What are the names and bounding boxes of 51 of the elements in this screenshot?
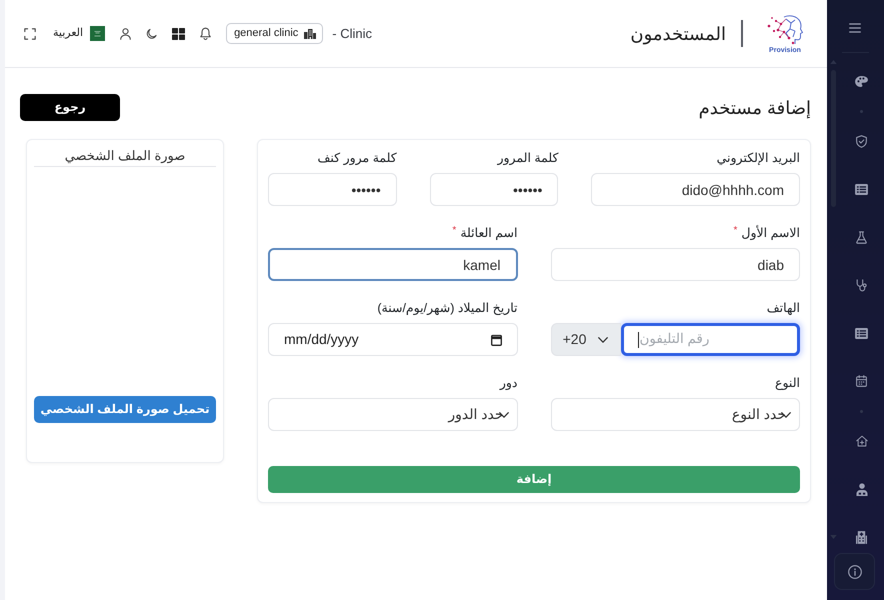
hospital-icon[interactable] [856,530,867,544]
list-icon[interactable] [855,184,868,194]
field-label: النوع [775,375,800,391]
calendar-icon[interactable] [490,334,502,346]
header-title: المستخدمون [630,22,726,46]
info-icon [848,564,862,578]
user-icon[interactable] [120,28,132,40]
person-icon[interactable] [856,482,868,496]
text-field[interactable]: kamel [268,248,518,281]
flask-icon[interactable] [856,230,867,244]
back-button[interactable]: رجوع [20,94,120,121]
fullscreen-icon[interactable] [24,28,36,40]
flag-icon [90,26,106,41]
network-head-logo-icon [767,14,803,45]
field-label: اسم العائلة [460,225,518,241]
text-field[interactable]: diab [550,248,800,281]
password-field[interactable]: •••••• [268,173,397,206]
house-plus-icon[interactable] [856,435,868,447]
palette-icon[interactable] [855,76,868,86]
country-code-select[interactable]: +20 [550,323,620,356]
info-button[interactable] [834,553,875,590]
field-label: البريد الإلكتروني [716,150,800,166]
upload-photo-button[interactable]: تحميل صورة الملف الشخصي [34,396,216,423]
field-label: تاريخ الميلاد (شهر/يوم/سنة) [377,300,518,316]
card-title: صورة الملف الشخصي [34,147,216,167]
buildings-icon [304,28,316,38]
stethoscope-icon[interactable] [856,278,867,292]
clinic-selector[interactable]: general clinic [226,23,324,44]
field-label: دور [500,375,518,391]
select-field[interactable]: حدد الدور [268,398,518,431]
grid-icon[interactable] [172,28,186,40]
shield-check-icon[interactable] [856,134,867,148]
page-heading: إضافة مستخدم [698,96,811,120]
bell-icon[interactable] [200,27,212,40]
menu-icon[interactable] [849,23,861,33]
select-field[interactable]: حدد النوع [550,398,800,431]
moon-icon[interactable] [146,28,158,40]
calendar-icon[interactable] [856,375,867,387]
field-label: كلمة المرور [497,150,558,166]
field-label: الهاتف [766,300,800,316]
chevron-down-icon [598,336,608,342]
text-field[interactable]: dido@hhhh.com [591,173,800,206]
language-switcher[interactable]: العربية [53,25,106,42]
required-mark: * [452,226,456,236]
password-field[interactable]: •••••• [430,173,558,206]
clinic-label: - Clinic [332,24,372,43]
required-mark: * [734,226,738,236]
field-label: الاسم الأول [741,225,800,241]
list-icon[interactable] [855,328,868,338]
field-label: كلمة مرور كنف [317,150,397,166]
date-field[interactable]: mm/dd/yyyy [268,323,518,356]
